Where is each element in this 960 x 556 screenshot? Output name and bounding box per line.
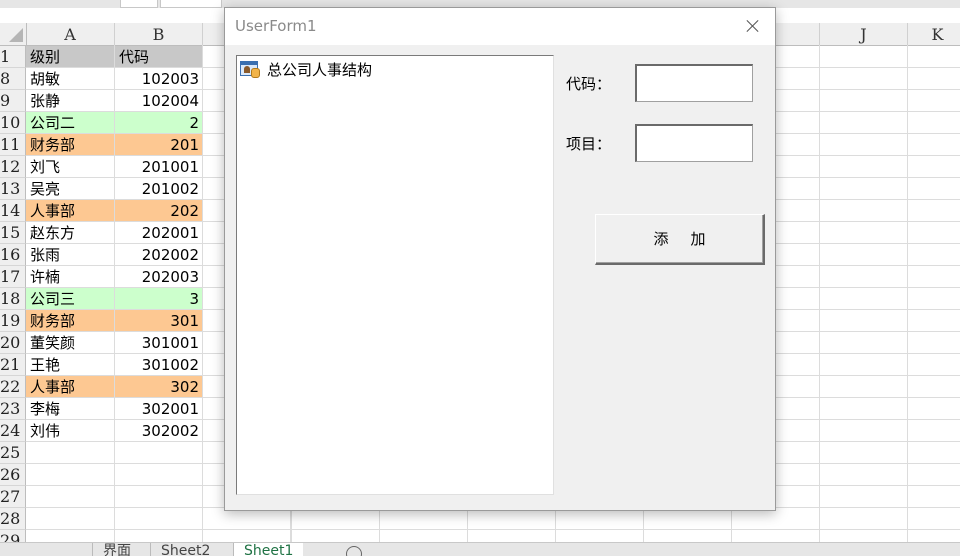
row-header[interactable]: 15: [0, 222, 26, 244]
row-header[interactable]: 11: [0, 134, 26, 156]
cell-level[interactable]: 公司三: [26, 288, 115, 309]
row-header[interactable]: 22: [0, 376, 26, 398]
cell-code[interactable]: 102003: [115, 68, 203, 89]
code-label: 代码：: [566, 75, 612, 93]
row-header[interactable]: 25: [0, 442, 26, 464]
cell-level[interactable]: [26, 486, 115, 507]
column-header-col-K[interactable]: K: [908, 23, 960, 45]
cell-level[interactable]: 胡敏: [26, 68, 115, 89]
cell-level[interactable]: 刘伟: [26, 420, 115, 441]
cell-level[interactable]: 赵东方: [26, 222, 115, 243]
cell-code[interactable]: 代码: [115, 46, 203, 67]
close-icon[interactable]: [739, 13, 767, 39]
row-header[interactable]: 23: [0, 398, 26, 420]
select-all-icon: [9, 28, 23, 42]
cell-code[interactable]: [115, 442, 203, 463]
cell-level[interactable]: 人事部: [26, 376, 115, 397]
cell-code[interactable]: 302001: [115, 398, 203, 419]
row-header[interactable]: 12: [0, 156, 26, 178]
cell-code[interactable]: 202: [115, 200, 203, 221]
tree-node-root[interactable]: 总公司人事结构: [239, 59, 372, 79]
cell-level[interactable]: 王艳: [26, 354, 115, 375]
code-input[interactable]: [635, 64, 753, 102]
sheet-tab[interactable]: 界面: [92, 543, 141, 556]
item-label: 项目：: [566, 135, 612, 153]
row-header[interactable]: 26: [0, 464, 26, 486]
dialog-titlebar: UserForm1: [225, 8, 775, 45]
cell-code[interactable]: [115, 530, 203, 542]
dialog-title: UserForm1: [235, 17, 317, 35]
row-header[interactable]: 10: [0, 112, 26, 134]
org-treeview[interactable]: 总公司人事结构: [236, 55, 554, 495]
cell-code[interactable]: 201: [115, 134, 203, 155]
userform-dialog: UserForm1 总公司人事结构 代码： 项目： 添加: [224, 7, 776, 511]
cell-code[interactable]: 3: [115, 288, 203, 309]
column-header-col-I[interactable]: [776, 23, 820, 45]
cell-level[interactable]: 许楠: [26, 266, 115, 287]
cell-level[interactable]: [26, 442, 115, 463]
cell-code[interactable]: 2: [115, 112, 203, 133]
cell-code[interactable]: 202002: [115, 244, 203, 265]
row-header[interactable]: 28: [0, 508, 26, 530]
row-header[interactable]: 27: [0, 486, 26, 508]
cell-level[interactable]: 人事部: [26, 200, 115, 221]
cell-code[interactable]: 102004: [115, 90, 203, 111]
cell-level[interactable]: 财务部: [26, 310, 115, 331]
cell-level[interactable]: 刘飞: [26, 156, 115, 177]
cell-code[interactable]: 301: [115, 310, 203, 331]
row-header[interactable]: 1: [0, 46, 26, 68]
tree-node-label: 总公司人事结构: [267, 60, 373, 79]
row-header[interactable]: 17: [0, 266, 26, 288]
row-header[interactable]: 24: [0, 420, 26, 442]
column-header-col-B[interactable]: B: [115, 23, 203, 45]
cell-level[interactable]: 张雨: [26, 244, 115, 265]
sheet-tab[interactable]: Sheet2: [150, 543, 220, 556]
sheet-tab-bar: 界面 Sheet2 Sheet1: [0, 542, 960, 556]
cell-level[interactable]: 张静: [26, 90, 115, 111]
cell-code[interactable]: [115, 464, 203, 485]
toolbar-edge-right: [160, 0, 222, 8]
row-header[interactable]: 21: [0, 354, 26, 376]
table-row: [26, 508, 960, 530]
cell-level[interactable]: [26, 464, 115, 485]
row-header[interactable]: 19: [0, 310, 26, 332]
table-row: [26, 530, 960, 542]
cell-level[interactable]: 吴亮: [26, 178, 115, 199]
org-chart-icon: [239, 59, 261, 79]
cell-code[interactable]: 201001: [115, 156, 203, 177]
row-header[interactable]: 29: [0, 530, 26, 542]
cell-level[interactable]: 董笑颜: [26, 332, 115, 353]
cell-code[interactable]: [115, 508, 203, 529]
cell-level[interactable]: 公司二: [26, 112, 115, 133]
row-header[interactable]: 9: [0, 90, 26, 112]
toolbar-edge-left: [120, 0, 158, 8]
row-header[interactable]: 20: [0, 332, 26, 354]
column-header-col-A[interactable]: A: [26, 23, 115, 45]
cell-code[interactable]: 202001: [115, 222, 203, 243]
row-header[interactable]: 13: [0, 178, 26, 200]
cell-level[interactable]: 李梅: [26, 398, 115, 419]
column-header-col-J[interactable]: J: [820, 23, 908, 45]
select-all-corner[interactable]: [0, 23, 27, 45]
row-header[interactable]: 16: [0, 244, 26, 266]
cell-code[interactable]: 202003: [115, 266, 203, 287]
cell-code[interactable]: 301001: [115, 332, 203, 353]
cell-code[interactable]: 201002: [115, 178, 203, 199]
sheet-tab[interactable]: Sheet1: [233, 543, 304, 556]
item-input[interactable]: [635, 124, 753, 162]
cell-level[interactable]: 级别: [26, 46, 115, 67]
cell-code[interactable]: 301002: [115, 354, 203, 375]
row-header[interactable]: 18: [0, 288, 26, 310]
row-header[interactable]: 14: [0, 200, 26, 222]
row-header[interactable]: 8: [0, 68, 26, 90]
cell-level[interactable]: [26, 508, 115, 529]
cell-level[interactable]: [26, 530, 115, 542]
cell-code[interactable]: [115, 486, 203, 507]
cell-code[interactable]: 302002: [115, 420, 203, 441]
cell-level[interactable]: 财务部: [26, 134, 115, 155]
add-button[interactable]: 添加: [595, 214, 765, 265]
cell-code[interactable]: 302: [115, 376, 203, 397]
